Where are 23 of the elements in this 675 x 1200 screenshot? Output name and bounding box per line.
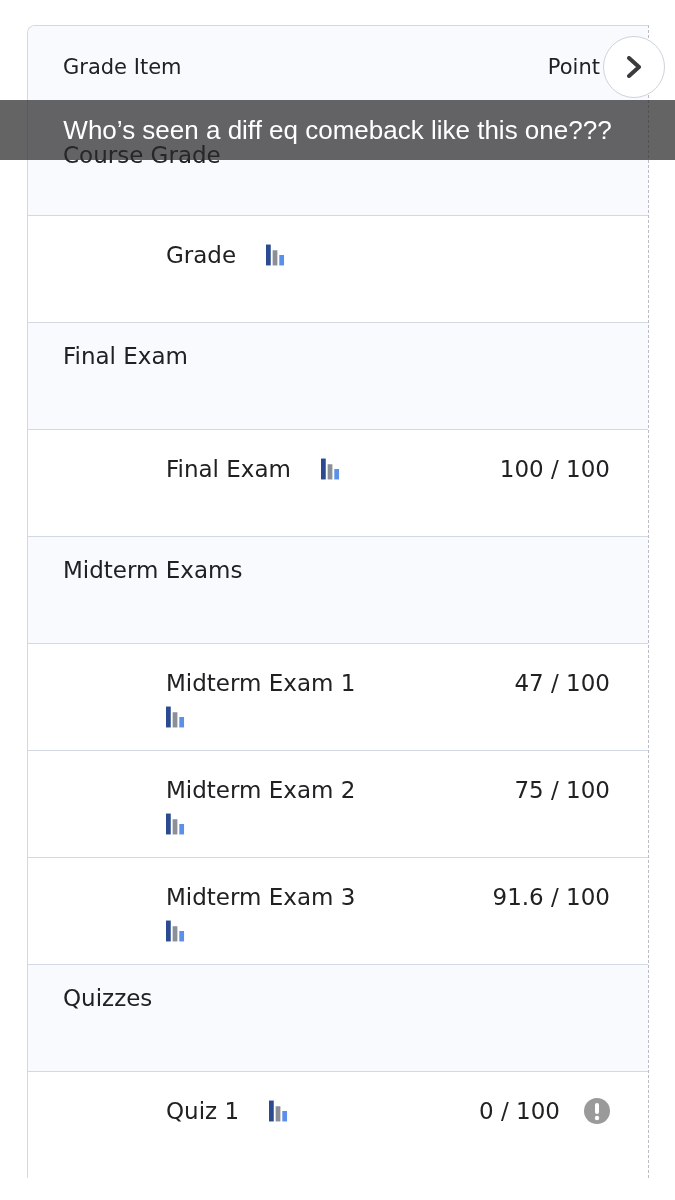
grade-item-name: Grade [166, 242, 237, 268]
bar-chart-icon[interactable] [266, 244, 286, 266]
points-value: 0 / 100 [479, 1098, 560, 1124]
points-value: 91.6 / 100 [492, 884, 610, 910]
bar-chart-icon[interactable] [166, 813, 185, 835]
points-value: 75 / 100 [514, 777, 610, 803]
chevron-right-icon [625, 56, 643, 78]
points-value: 100 / 100 [499, 456, 610, 482]
category-name: Midterm Exams [63, 557, 243, 585]
grade-item-name: Final Exam [166, 456, 291, 482]
grade-item-name: Quiz 1 [166, 1098, 240, 1124]
category-name: Quizzes [63, 985, 153, 1013]
points-value: 47 / 100 [514, 670, 610, 696]
bar-chart-icon[interactable] [166, 706, 185, 728]
column-header: Grade Item [63, 55, 182, 79]
column-header: Point [547, 55, 600, 79]
category-name: Final Exam [63, 343, 188, 371]
grade-item-name: Midterm Exam 2 [166, 777, 356, 803]
bar-chart-icon[interactable] [166, 920, 185, 942]
bar-chart-icon[interactable] [320, 458, 340, 480]
bar-chart-icon[interactable] [269, 1100, 289, 1122]
grade-item-name: Midterm Exam 1 [166, 670, 356, 696]
grade-item-name: Midterm Exam 3 [166, 884, 356, 910]
